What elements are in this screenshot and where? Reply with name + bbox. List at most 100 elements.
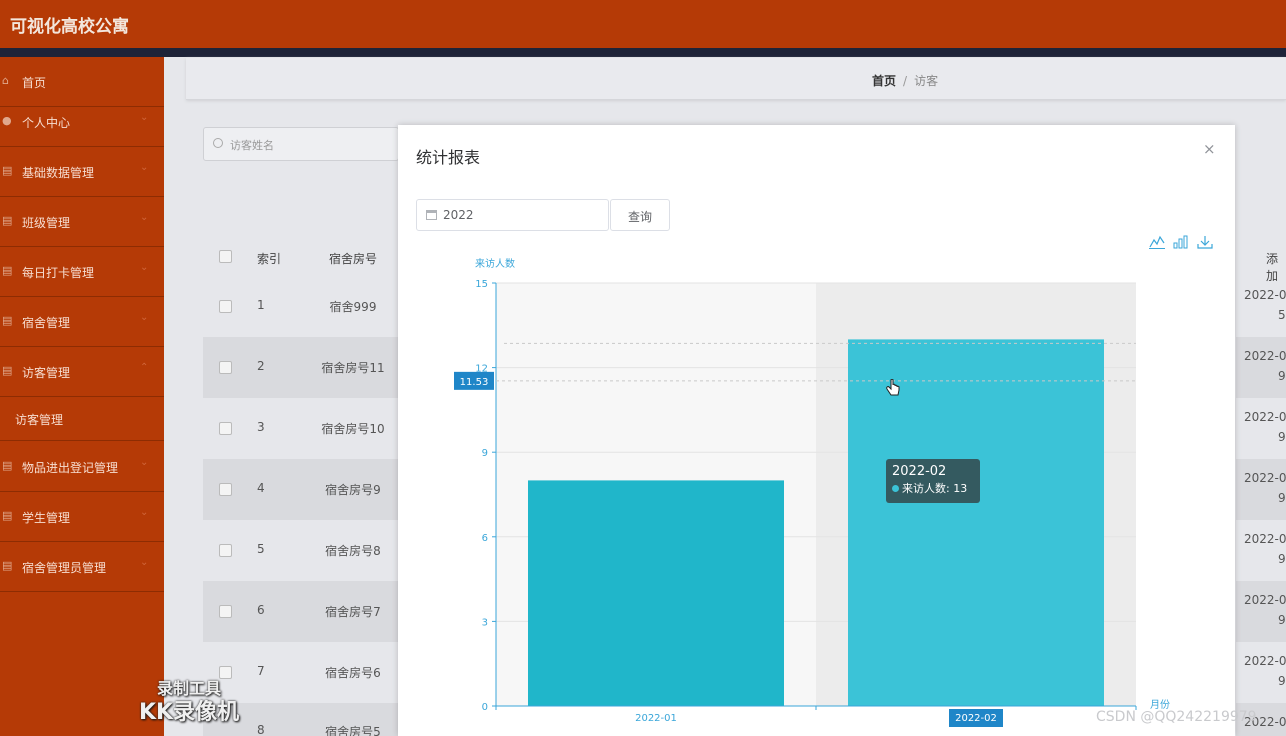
column-header-room: 宿舍房号 xyxy=(328,252,377,266)
row-date: 2022-0 xyxy=(1244,288,1286,302)
row-index: 8 xyxy=(257,723,265,736)
sidebar-item-student[interactable]: ▤ 学生管理 ⌄ xyxy=(0,492,164,542)
y-tick-label: 3 xyxy=(482,617,488,628)
row-room: 宿舍房号8 xyxy=(325,544,381,558)
row-date-tail: 9 xyxy=(1278,674,1286,688)
recorder-watermark: 录制工具 KK录像机 xyxy=(124,678,254,726)
row-date-tail: 9 xyxy=(1278,430,1286,444)
chevron-up-icon: ⌃ xyxy=(140,362,149,373)
tooltip-series-label: 来访人数 xyxy=(902,482,946,495)
row-room: 宿舍999 xyxy=(329,300,377,314)
row-checkbox[interactable] xyxy=(219,300,232,313)
breadcrumb-home[interactable]: 首页 xyxy=(872,74,896,88)
chevron-down-icon: ⌄ xyxy=(140,507,149,518)
search-icon xyxy=(213,138,223,148)
table-row[interactable]: 3 宿舍房号10 xyxy=(203,398,399,459)
tooltip-title: 2022-02 xyxy=(892,464,947,479)
breadcrumb: 首页 / 访客 xyxy=(872,72,938,89)
grid-icon: ▤ xyxy=(2,214,13,227)
row-checkbox[interactable] xyxy=(219,361,232,374)
row-checkbox[interactable] xyxy=(219,544,232,557)
sidebar-item-visitor[interactable]: ▤ 访客管理 ⌃ xyxy=(0,347,164,397)
recorder-watermark-line2: KK录像机 xyxy=(138,700,240,725)
sidebar-item-dorm-admin[interactable]: ▤ 宿舍管理员管理 ⌄ xyxy=(0,542,164,592)
sidebar-item-checkin[interactable]: ▤ 每日打卡管理 ⌄ xyxy=(0,247,164,297)
table-row[interactable]: 6 宿舍房号7 xyxy=(203,581,399,642)
row-date-tail: 9 xyxy=(1278,613,1286,627)
select-all-checkbox[interactable] xyxy=(219,250,232,263)
grid-icon: ▤ xyxy=(2,164,13,177)
grid-icon: ▤ xyxy=(2,559,13,572)
visitor-name-search-input[interactable]: 访客姓名 xyxy=(203,127,399,161)
chart-tooltip: 2022-02 来访人数: 13 xyxy=(886,459,980,503)
row-date: 2022-0 xyxy=(1244,532,1286,546)
sidebar-item-label: 访客管理 xyxy=(22,366,71,380)
breadcrumb-current: 访客 xyxy=(914,74,939,88)
row-room: 宿舍房号7 xyxy=(325,605,381,619)
x-tick-label: 2022-01 xyxy=(635,713,677,724)
sidebar-item-goods[interactable]: ▤ 物品进出登记管理 ⌄ xyxy=(0,442,164,492)
breadcrumb-bar xyxy=(186,58,1286,100)
table-row[interactable]: 4 宿舍房号9 xyxy=(203,459,399,520)
pointer-value-label: 11.53 xyxy=(460,377,489,388)
sidebar-item-base-data[interactable]: ▤ 基础数据管理 ⌄ xyxy=(0,147,164,197)
grid-icon: ▤ xyxy=(2,509,13,522)
grid-icon: ▤ xyxy=(2,314,13,327)
row-checkbox[interactable] xyxy=(219,483,232,496)
visitor-bar-chart: 036912152022-01 2022-02 来访人数 月份 11.53 xyxy=(454,257,1170,727)
submenu-item-visitor[interactable]: 访客管理 xyxy=(0,397,164,441)
row-index: 4 xyxy=(257,481,265,495)
grid-icon: ▤ xyxy=(2,264,13,277)
row-date-cell: 2022-0 9 xyxy=(1236,337,1286,398)
hand-cursor-icon xyxy=(886,379,900,396)
y-tick-label: 0 xyxy=(482,702,488,713)
row-date-cell: 2022-0 9 xyxy=(1236,581,1286,642)
row-checkbox[interactable] xyxy=(219,422,232,435)
sidebar-item-profile[interactable]: ● 个人中心 ⌄ xyxy=(0,97,164,147)
y-tick-label: 15 xyxy=(475,279,488,290)
chevron-down-icon: ⌄ xyxy=(140,112,149,123)
table-header: 索引 宿舍房号 xyxy=(203,238,399,276)
sidebar-item-label: 物品进出登记管理 xyxy=(22,461,119,475)
tooltip-value: 13 xyxy=(953,482,968,495)
y-axis-title: 来访人数 xyxy=(475,257,515,270)
csdn-watermark: CSDN @QQ242219979 xyxy=(1096,709,1257,725)
table-row[interactable]: 5 宿舍房号8 xyxy=(203,520,399,581)
sidebar-item-label: 首页 xyxy=(22,76,47,90)
row-index: 1 xyxy=(257,298,265,312)
table-row[interactable]: 1 宿舍999 xyxy=(203,276,399,337)
row-date-tail: 5 xyxy=(1278,308,1286,322)
sidebar: ⌂ 首页 ● 个人中心 ⌄ ▤ 基础数据管理 ⌄ ▤ 班级管理 ⌄ ▤ 每日打卡… xyxy=(0,57,164,736)
row-checkbox[interactable] xyxy=(219,605,232,618)
grid-icon: ▤ xyxy=(2,364,13,377)
header-divider xyxy=(0,48,1286,57)
app-title: 可视化高校公寓 xyxy=(10,17,129,37)
row-date: 2022-0 xyxy=(1244,471,1286,485)
row-date: 2022-0 xyxy=(1244,349,1286,363)
row-date: 2022-0 xyxy=(1244,410,1286,424)
row-room: 宿舍房号10 xyxy=(321,422,385,436)
sidebar-item-class[interactable]: ▤ 班级管理 ⌄ xyxy=(0,197,164,247)
chevron-down-icon: ⌄ xyxy=(140,162,149,173)
row-index: 7 xyxy=(257,664,265,678)
series-dot xyxy=(892,485,899,492)
row-index: 3 xyxy=(257,420,265,434)
table-row[interactable]: 2 宿舍房号11 xyxy=(203,337,399,398)
row-date-cell: 2022-0 9 xyxy=(1236,642,1286,703)
sidebar-item-label: 班级管理 xyxy=(22,216,71,230)
column-header-index: 索引 xyxy=(257,252,282,266)
row-date-cell: 2022-0 9 xyxy=(1236,520,1286,581)
bar-2022-01 xyxy=(528,480,784,706)
row-room: 宿舍房号6 xyxy=(325,666,381,680)
column-header-added: 添加 xyxy=(1236,240,1286,283)
row-room: 宿舍房号11 xyxy=(321,361,385,375)
row-index: 6 xyxy=(257,603,265,617)
chevron-down-icon: ⌄ xyxy=(140,312,149,323)
row-date: 2022-0 xyxy=(1244,654,1286,668)
row-date: 2022-0 xyxy=(1244,593,1286,607)
search-placeholder: 访客姓名 xyxy=(230,139,274,152)
row-date-tail: 9 xyxy=(1278,552,1286,566)
grid-icon: ▤ xyxy=(2,459,13,472)
row-index: 2 xyxy=(257,359,265,373)
sidebar-item-dorm[interactable]: ▤ 宿舍管理 ⌄ xyxy=(0,297,164,347)
